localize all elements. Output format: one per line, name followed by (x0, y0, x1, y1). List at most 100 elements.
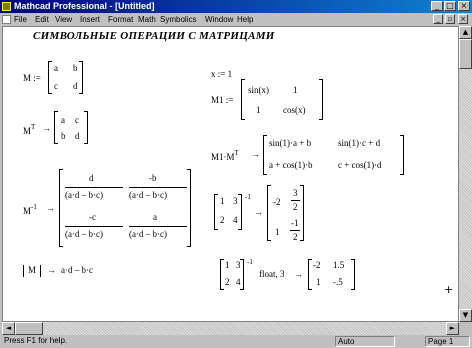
menu-format[interactable]: Format (108, 13, 133, 26)
arrow-symbol: → (46, 203, 55, 213)
right-bracket (319, 79, 323, 120)
left-bracket (220, 259, 224, 290)
m-c: c (54, 81, 58, 91)
status-page: Page 1 (425, 336, 470, 347)
det-bar-left (23, 265, 24, 277)
fraction-bar (129, 187, 187, 188)
arrow-symbol: → (42, 123, 51, 133)
menu-math[interactable]: Math (138, 13, 156, 26)
scroll-down-arrow-icon[interactable]: ▼ (459, 309, 472, 322)
horizontal-scrollbar[interactable]: ◄ ► (2, 322, 459, 335)
menu-view[interactable]: View (55, 13, 72, 26)
arrow-symbol: → (47, 265, 56, 275)
right-bracket (240, 259, 244, 290)
menu-edit[interactable]: Edit (35, 13, 49, 26)
crosshair-cursor-icon: + (444, 283, 454, 296)
menu-help[interactable]: Help (237, 13, 253, 26)
num-sup: -1 (245, 193, 251, 201)
mt-b: b (61, 131, 66, 141)
horizontal-scroll-thumb[interactable] (15, 322, 43, 335)
fl-11: 1 (225, 260, 230, 270)
mt-a: a (61, 115, 65, 125)
status-bar: Press F1 for help. Auto Page 1 (0, 335, 472, 348)
close-button[interactable]: × (458, 1, 470, 11)
left-bracket (308, 259, 312, 290)
right-bracket (238, 194, 242, 230)
arrow-symbol: → (294, 269, 303, 279)
fraction-bar (65, 187, 123, 188)
left-bracket (263, 135, 267, 175)
prod-11: sin(1)·a + b (269, 138, 312, 148)
right-bracket (187, 169, 191, 247)
document-icon[interactable] (2, 15, 11, 24)
mt-d: d (75, 131, 80, 141)
fraction-bar (291, 200, 300, 201)
doc-minimize-button[interactable]: _ (433, 14, 443, 24)
num-11: 1 (220, 196, 225, 206)
fl-21: 2 (225, 277, 230, 287)
m-b: b (73, 63, 78, 73)
mt-c: c (75, 115, 79, 125)
m1-12: 1 (293, 85, 298, 95)
inv11-den: (a·d – b·c) (65, 190, 103, 200)
worksheet[interactable]: СИМВОЛЬНЫЕ ОПЕРАЦИИ С МАТРИЦАМИ M := a b… (2, 26, 459, 322)
left-bracket (267, 185, 271, 241)
right-bracket (300, 185, 304, 241)
inv22-den: (a·d – b·c) (129, 229, 167, 239)
left-bracket (241, 79, 245, 120)
mathcad-app-icon (2, 2, 11, 11)
mt-lhs: MT (23, 123, 36, 136)
vertical-scrollbar[interactable]: ▲ ▼ (459, 26, 472, 322)
doc-restore-button[interactable]: ▫ (445, 14, 455, 24)
fl-r11: -2 (313, 260, 321, 270)
fl-r21: 1 (316, 277, 321, 287)
fl-r22: -.5 (333, 277, 343, 287)
res-22-num: -1 (291, 218, 299, 228)
inv12-num: -b (149, 173, 157, 183)
minimize-button[interactable]: _ (431, 1, 443, 11)
mathcad-window: Mathcad Professional - [Untitled] _ □ × … (0, 0, 472, 348)
prod-lhs: M1·MT (211, 149, 239, 162)
res-11: -2 (273, 197, 281, 207)
maximize-button[interactable]: □ (444, 1, 456, 11)
scroll-right-arrow-icon[interactable]: ► (446, 322, 459, 335)
m-a: a (54, 63, 58, 73)
left-bracket (214, 194, 218, 230)
res-22-den: 2 (293, 232, 298, 242)
right-bracket (79, 61, 83, 94)
float-keyword: float, 3 (259, 269, 285, 279)
fl-sup: -1 (247, 258, 253, 266)
fl-r12: 1.5 (333, 260, 345, 270)
num-21: 2 (220, 215, 225, 225)
m-d: d (73, 81, 78, 91)
m1-21: 1 (256, 105, 261, 115)
res-12-num: 3 (293, 188, 298, 198)
title-bar[interactable]: Mathcad Professional - [Untitled] _ □ × (0, 0, 472, 13)
num-12: 3 (233, 196, 238, 206)
menu-window[interactable]: Window (205, 13, 233, 26)
m1-11: sin(x) (248, 85, 269, 95)
window-title: Mathcad Professional - [Untitled] (14, 1, 155, 11)
m1-22: cos(x) (283, 105, 306, 115)
right-bracket (400, 135, 404, 175)
x-definition[interactable]: x := 1 (211, 69, 232, 79)
minv-lhs: M-1 (23, 203, 37, 216)
right-bracket (351, 259, 355, 290)
num-22: 4 (233, 215, 238, 225)
status-hint: Press F1 for help. (4, 336, 68, 345)
det-result: a·d – b·c (61, 265, 93, 275)
arrow-symbol: → (251, 149, 260, 159)
vertical-scroll-thumb[interactable] (459, 39, 472, 69)
menu-file[interactable]: File (14, 13, 27, 26)
inv21-den: (a·d – b·c) (65, 229, 103, 239)
left-bracket (48, 61, 52, 94)
menu-insert[interactable]: Insert (80, 13, 100, 26)
doc-close-button[interactable]: × (458, 14, 468, 24)
scroll-left-arrow-icon[interactable]: ◄ (2, 322, 15, 335)
scroll-up-arrow-icon[interactable]: ▲ (459, 26, 472, 39)
res-12-den: 2 (293, 202, 298, 212)
menu-symbolics[interactable]: Symbolics (160, 13, 196, 26)
prod-21: a + cos(1)·b (269, 160, 313, 170)
menu-bar: File Edit View Insert Format Math Symbol… (0, 13, 472, 26)
right-bracket (84, 111, 88, 144)
